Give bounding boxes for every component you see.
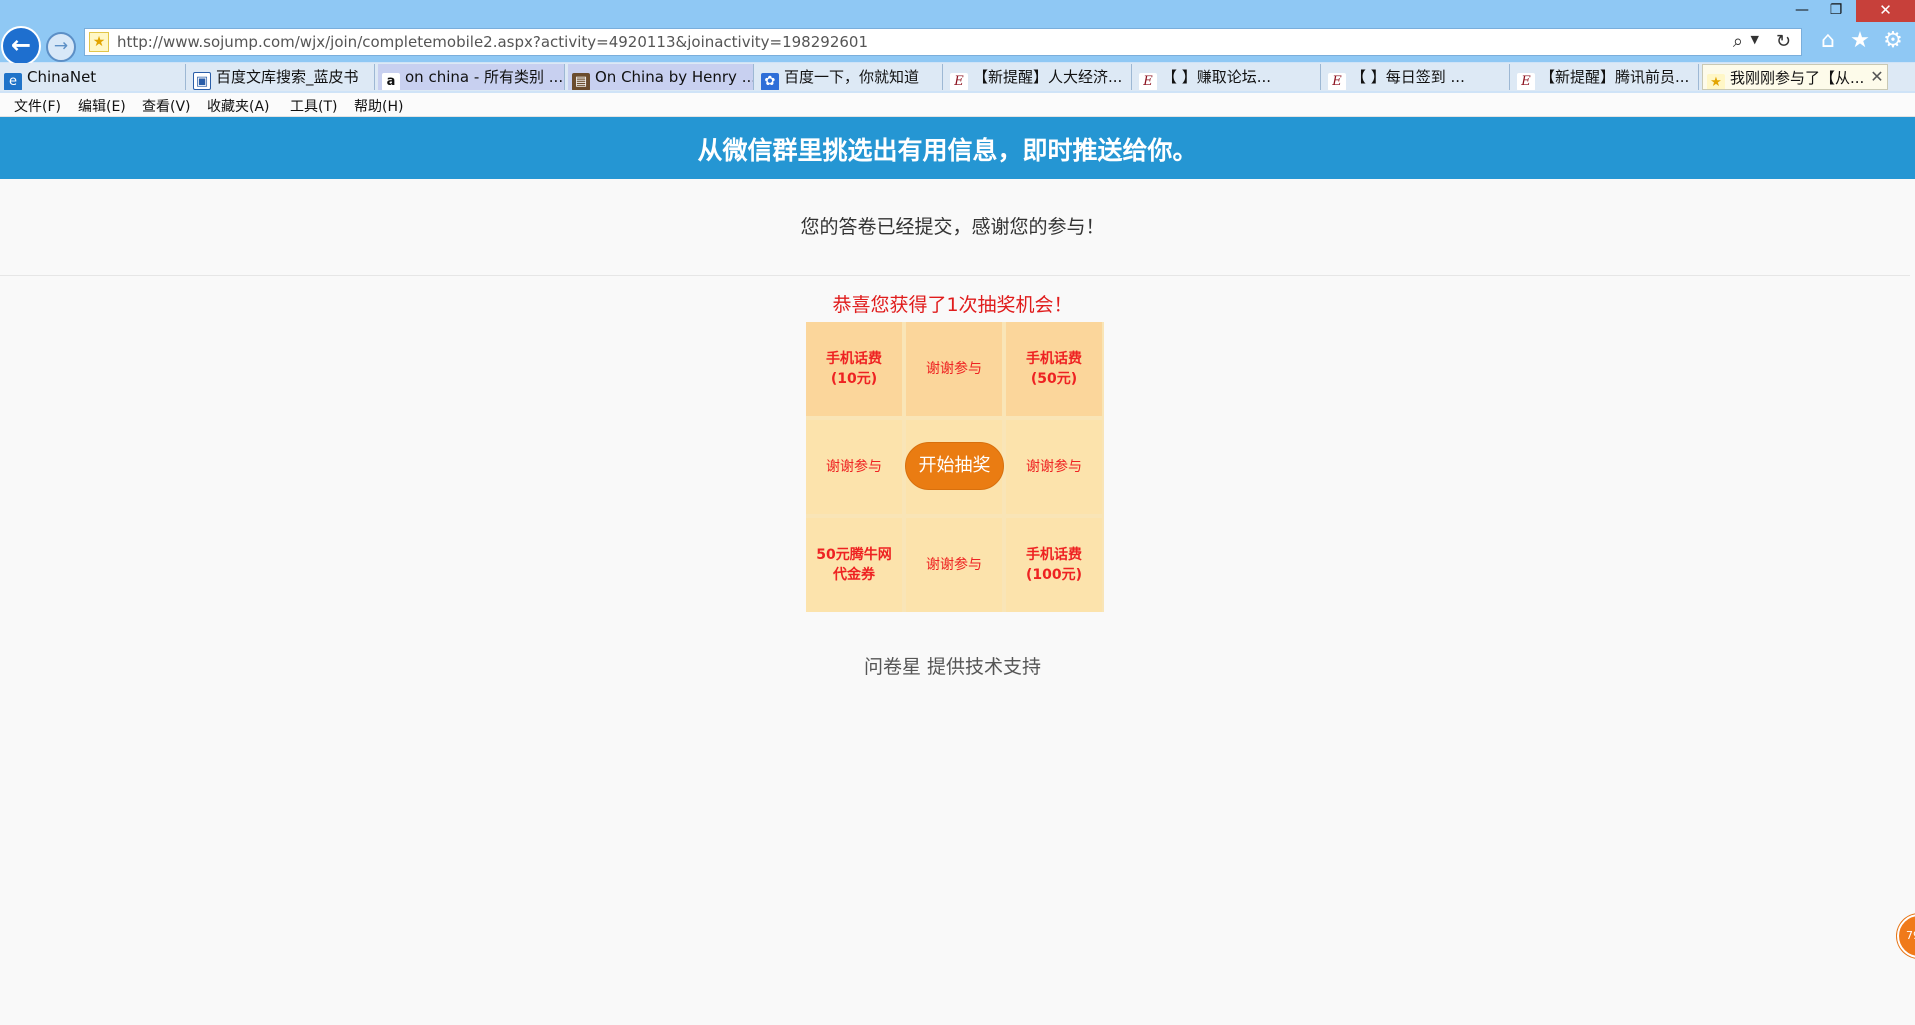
doc-icon: ▣ — [193, 72, 211, 90]
address-bar[interactable]: ★ http://www.sojump.com/wjx/join/complet… — [84, 28, 1802, 56]
e-icon: E — [1517, 73, 1535, 90]
favorite-item[interactable]: E 【新提醒】腾讯前员... — [1513, 64, 1699, 90]
favorites-star-icon[interactable]: ★ — [1847, 28, 1873, 54]
menu-help[interactable]: 帮助(H) — [354, 96, 403, 116]
url-text[interactable]: http://www.sojump.com/wjx/join/completem… — [117, 33, 868, 51]
arrow-left-icon: ← — [10, 31, 32, 59]
prize-cell: 50元腾牛网 代金券 — [806, 518, 902, 612]
menu-bar: 文件(F) 编辑(E) 查看(V) 收藏夹(A) 工具(T) 帮助(H) — [0, 93, 1915, 117]
favorite-item[interactable]: e ChinaNet — [0, 64, 186, 90]
book-icon: ▤ — [572, 73, 590, 90]
home-icon[interactable]: ⌂ — [1815, 28, 1841, 54]
minimize-button[interactable]: — — [1790, 0, 1814, 22]
baidu-paw-icon: ✿ — [761, 73, 779, 90]
lottery-congrats-text: 恭喜您获得了1次抽奖机会！ — [832, 294, 1073, 316]
favorite-item[interactable]: a on china - 所有类别 ... — [378, 64, 565, 90]
floating-badge[interactable]: 79 — [1897, 914, 1915, 958]
menu-view[interactable]: 查看(V) — [142, 96, 191, 116]
favorite-item-active-tab[interactable]: ★ 我刚刚参与了【从... — [1702, 64, 1888, 90]
browser-chrome: — ❐ ✕ ← → ★ http://www.sojump.com/wjx/jo… — [0, 0, 1915, 117]
prize-cell: 谢谢参与 — [906, 518, 1002, 612]
gear-icon[interactable]: ⚙ — [1880, 28, 1906, 54]
forward-button[interactable]: → — [46, 32, 76, 62]
chevron-down-icon[interactable]: ▼ — [1751, 33, 1759, 46]
e-icon: E — [1328, 73, 1346, 90]
site-favicon-icon: ★ — [89, 32, 109, 52]
page-banner: 从微信群里挑选出有用信息，即时推送给你。 — [0, 117, 1915, 179]
favorite-item[interactable]: ✿ 百度一下，你就知道 — [757, 64, 943, 90]
refresh-icon[interactable]: ↻ — [1776, 31, 1791, 52]
e-icon: E — [950, 73, 968, 90]
e-icon: E — [1139, 73, 1157, 90]
close-window-button[interactable]: ✕ — [1856, 0, 1915, 22]
navigation-bar: ← → ★ http://www.sojump.com/wjx/join/com… — [0, 24, 1915, 66]
prize-cell: 谢谢参与 — [1006, 420, 1102, 514]
title-bar: — ❐ ✕ — [0, 0, 1915, 26]
favorites-bar: e ChinaNet ▣ 百度文库搜索_蓝皮书 a on china - 所有类别 .… — [0, 63, 1915, 91]
back-button[interactable]: ← — [1, 26, 41, 66]
close-tab-icon[interactable]: ✕ — [1867, 63, 1887, 91]
menu-favorites[interactable]: 收藏夹(A) — [207, 96, 270, 116]
tech-support-footer: 问卷星 提供技术支持 — [863, 656, 1042, 678]
submission-thanks-text: 您的答卷已经提交，感谢您的参与！ — [800, 216, 1105, 238]
search-icon[interactable]: ⌕ — [1733, 31, 1743, 52]
favorite-item[interactable]: ▤ On China by Henry ... — [568, 64, 754, 90]
menu-tools[interactable]: 工具(T) — [290, 96, 337, 116]
favorite-item[interactable]: ▣ 百度文库搜索_蓝皮书 — [189, 64, 375, 90]
prize-cell: 谢谢参与 — [906, 322, 1002, 416]
star-icon: ★ — [1707, 74, 1725, 89]
favorite-item[interactable]: E 【 】赚取论坛... — [1135, 64, 1321, 90]
favorite-item[interactable]: E 【新提醒】人大经济... — [946, 64, 1132, 90]
ie-icon: e — [4, 73, 22, 90]
amazon-icon: a — [382, 73, 400, 90]
prize-cell: 手机话费 (10元) — [806, 322, 902, 416]
arrow-right-icon: → — [53, 36, 69, 56]
start-lottery-button[interactable]: 开始抽奖 — [905, 442, 1004, 490]
banner-title: 从微信群里挑选出有用信息，即时推送给你。 — [697, 136, 1198, 165]
favorite-item[interactable]: E 【 】每日签到 ... — [1324, 64, 1510, 90]
prize-cell: 谢谢参与 — [806, 420, 902, 514]
menu-edit[interactable]: 编辑(E) — [78, 96, 126, 116]
prize-cell: 手机话费 (50元) — [1006, 322, 1102, 416]
maximize-button[interactable]: ❐ — [1824, 0, 1848, 22]
menu-file[interactable]: 文件(F) — [14, 96, 61, 116]
divider — [0, 275, 1910, 276]
prize-cell: 手机话费 (100元) — [1006, 518, 1102, 612]
